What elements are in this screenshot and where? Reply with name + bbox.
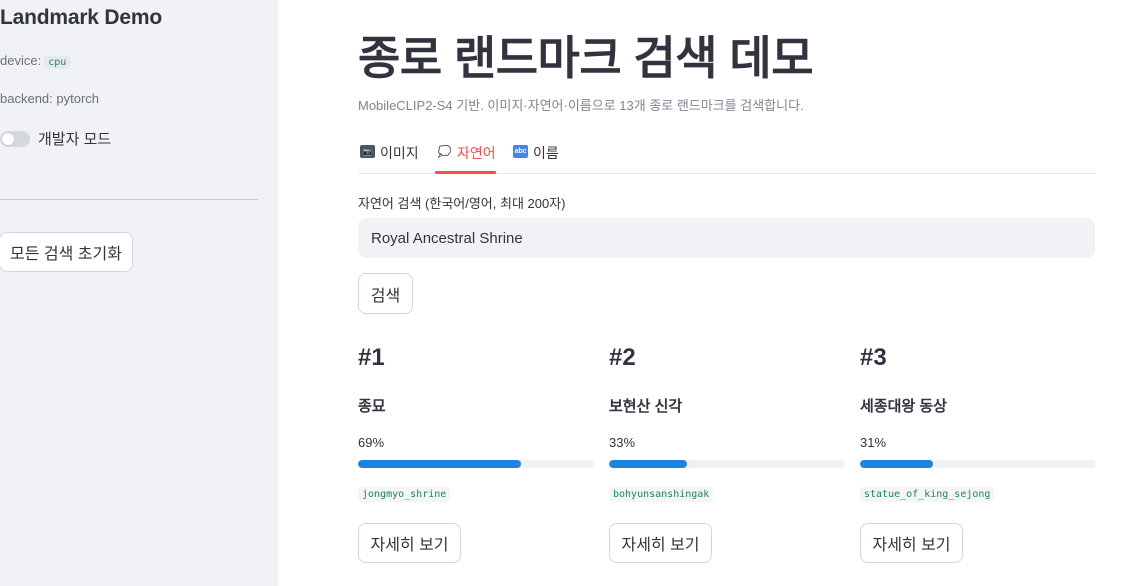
device-label: device: (0, 53, 42, 68)
score-bar (609, 460, 845, 468)
device-value: cpu (44, 56, 71, 69)
result-rank: #1 (358, 344, 385, 371)
result-score-text: 69% (358, 435, 385, 450)
result-name: 세종대왕 동상 (860, 398, 947, 415)
details-button[interactable]: 자세히 보기 (609, 523, 712, 563)
score-bar-fill (609, 460, 687, 468)
dev-mode-label: 개발자 모드 (38, 131, 112, 148)
score-bar (860, 460, 1096, 468)
tab-label: 자연어 (457, 145, 496, 161)
toggle-knob (2, 132, 14, 145)
tab-natural-language[interactable]: 💭 자연어 (437, 138, 496, 174)
reset-all-button[interactable]: 모든 검색 초기화 (0, 232, 133, 272)
result-rank: #2 (609, 344, 636, 371)
result-rank: #3 (860, 344, 887, 371)
result-slug: statue_of_king_sejong (860, 487, 995, 502)
score-bar-fill (860, 460, 934, 468)
result-slug: jongmyo_shrine (358, 487, 451, 502)
result-name: 보현산 신각 (609, 398, 683, 415)
score-bar (358, 460, 594, 468)
tab-label: 이름 (533, 145, 559, 161)
result-card: #2 보현산 신각 33% bohyunsanshingak 자세히 보기 (609, 344, 845, 574)
toggle-switch[interactable] (0, 130, 30, 147)
device-info: device: cpu (0, 53, 71, 69)
score-bar-fill (358, 460, 521, 468)
backend-info: backend: pytorch (0, 91, 100, 106)
page-subtitle: MobileCLIP2-S4 기반. 이미지·자연어·이름으로 13개 종로 랜… (358, 98, 804, 113)
result-score-text: 31% (860, 435, 887, 450)
abc-icon: abc (513, 145, 528, 158)
sidebar-title: Landmark Demo (0, 6, 162, 29)
details-button[interactable]: 자세히 보기 (358, 523, 461, 563)
sidebar: Landmark Demo device: cpu backend: pytorc… (0, 0, 278, 586)
camera-icon: 📷 (360, 145, 375, 158)
search-input[interactable] (358, 218, 1095, 258)
sidebar-divider (0, 199, 258, 200)
page-title: 종로 랜드마크 검색 데모 (358, 32, 814, 84)
tab-image[interactable]: 📷 이미지 (360, 138, 419, 174)
dev-mode-toggle[interactable]: 개발자 모드 (0, 128, 111, 149)
active-tab-indicator (435, 171, 496, 174)
result-score-text: 33% (609, 435, 636, 450)
tab-label: 이미지 (380, 145, 419, 161)
search-label: 자연어 검색 (한국어/영어, 최대 200자) (358, 196, 566, 211)
tab-bar: 📷 이미지 💭 자연어 abc 이름 (358, 138, 1095, 174)
result-name: 종묘 (358, 398, 386, 415)
search-button[interactable]: 검색 (358, 273, 413, 314)
tab-name[interactable]: abc 이름 (513, 138, 559, 174)
result-card: #1 종묘 69% jongmyo_shrine 자세히 보기 (358, 344, 594, 574)
result-slug: bohyunsanshingak (609, 487, 714, 502)
result-card: #3 세종대왕 동상 31% statue_of_king_sejong 자세히… (860, 344, 1096, 574)
details-button[interactable]: 자세히 보기 (860, 523, 963, 563)
speech-bubble-icon: 💭 (437, 146, 452, 158)
